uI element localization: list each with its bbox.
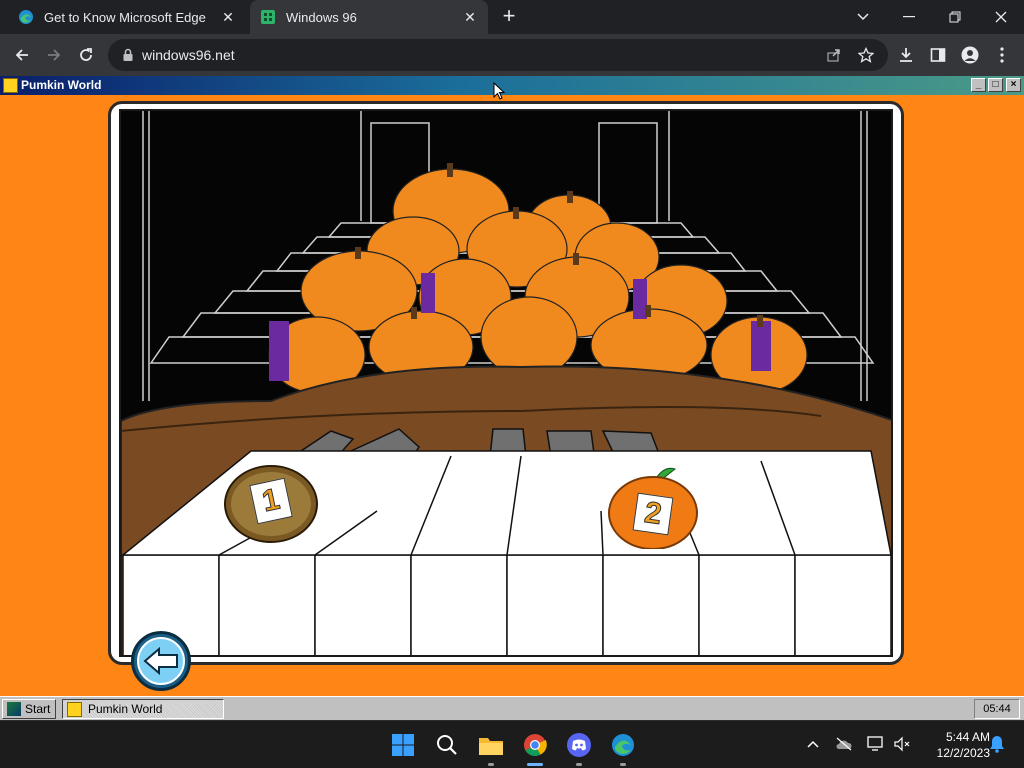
file-explorer-icon[interactable] (477, 731, 505, 759)
profile-icon[interactable] (960, 45, 980, 65)
tab-get-to-know-edge[interactable]: Get to Know Microsoft Edge ✕ (8, 0, 246, 34)
w96-window-titlebar[interactable]: Pumkin World _ □ × (0, 76, 1024, 95)
w96-start-button[interactable]: Start (2, 699, 56, 719)
cloud-offline-icon[interactable] (835, 735, 853, 753)
restore-icon[interactable] (932, 0, 978, 34)
w96-taskbar: Start Pumkin World 05:44 (0, 696, 1024, 720)
w96-close-button[interactable]: × (1006, 78, 1021, 92)
back-arrow-icon[interactable] (10, 43, 34, 67)
active-indicator (527, 763, 543, 766)
kiwi-choice-1[interactable]: 1 (223, 463, 319, 545)
game-frame: 1 2 (108, 101, 904, 665)
lock-icon[interactable] (120, 47, 136, 63)
tab-search-icon[interactable] (840, 0, 886, 34)
choice-2-label: 2 (632, 492, 674, 536)
edge-icon[interactable] (609, 731, 637, 759)
tab-title: Get to Know Microsoft Edge (44, 9, 206, 25)
mouse-cursor (493, 81, 506, 105)
tab-windows96[interactable]: Windows 96 ✕ (250, 0, 488, 34)
close-tab-icon[interactable]: ✕ (220, 9, 236, 25)
orange-choice-2[interactable]: 2 (605, 461, 701, 550)
notification-bell-icon[interactable] (988, 735, 1006, 753)
w96-minimize-button[interactable]: _ (971, 78, 986, 92)
pumpkin-audience (268, 163, 808, 394)
back-arrow-icon (137, 637, 185, 685)
bookmark-star-icon[interactable] (857, 46, 875, 63)
window-title: Pumkin World (21, 78, 102, 92)
running-indicator (576, 763, 582, 766)
clock-time: 5:44 AM (945, 730, 990, 744)
chevron-up-icon[interactable] (804, 735, 822, 753)
reload-icon[interactable] (74, 43, 98, 67)
network-icon[interactable] (867, 735, 885, 753)
volume-muted-icon[interactable] (893, 735, 911, 753)
w96-maximize-button[interactable]: □ (988, 78, 1003, 92)
chrome-icon[interactable] (521, 731, 549, 759)
browser-tabstrip: Get to Know Microsoft Edge ✕ Windows 96 … (0, 0, 1024, 34)
discord-icon[interactable] (565, 731, 593, 759)
side-panel-icon[interactable] (928, 45, 948, 65)
start-label: Start (25, 702, 51, 716)
minimize-icon[interactable] (886, 0, 932, 34)
search-icon[interactable] (433, 731, 461, 759)
taskbar-item-pumkin-world[interactable]: Pumkin World (62, 699, 224, 719)
menu-kebab-icon[interactable] (992, 45, 1012, 65)
w96-clock: 05:44 (974, 699, 1020, 719)
download-icon[interactable] (896, 45, 916, 65)
windows-start-icon[interactable] (389, 731, 417, 759)
url-text[interactable]: windows96.net (142, 47, 235, 63)
tab-title: Windows 96 (286, 9, 357, 25)
pumpkin-app-icon (3, 78, 18, 93)
address-bar[interactable]: windows96.net (108, 39, 888, 71)
share-icon[interactable] (826, 47, 842, 63)
task-label: Pumkin World (88, 702, 163, 716)
close-tab-icon[interactable]: ✕ (462, 9, 478, 25)
clock-date: 12/2/2023 (936, 746, 990, 760)
system-clock[interactable]: 5:44 AM 12/2/2023 (920, 729, 990, 761)
windows96-icon (260, 9, 276, 25)
game-scene: 1 2 (119, 109, 893, 657)
close-window-icon[interactable] (978, 0, 1024, 34)
running-indicator (488, 763, 494, 766)
w96-desktop: Pumkin World _ □ × 1 2 Start Pumkin Worl… (0, 76, 1024, 720)
browser-toolbar: windows96.net (0, 34, 1024, 76)
edge-icon (18, 9, 34, 25)
pumpkin-app-icon (67, 701, 82, 717)
w96-start-icon (7, 702, 21, 716)
new-tab-button[interactable]: + (498, 5, 520, 28)
windows-taskbar: 5:44 AM 12/2/2023 (0, 720, 1024, 768)
back-arrow-button[interactable] (131, 631, 191, 691)
forward-arrow-icon[interactable] (42, 43, 66, 67)
running-indicator (620, 763, 626, 766)
